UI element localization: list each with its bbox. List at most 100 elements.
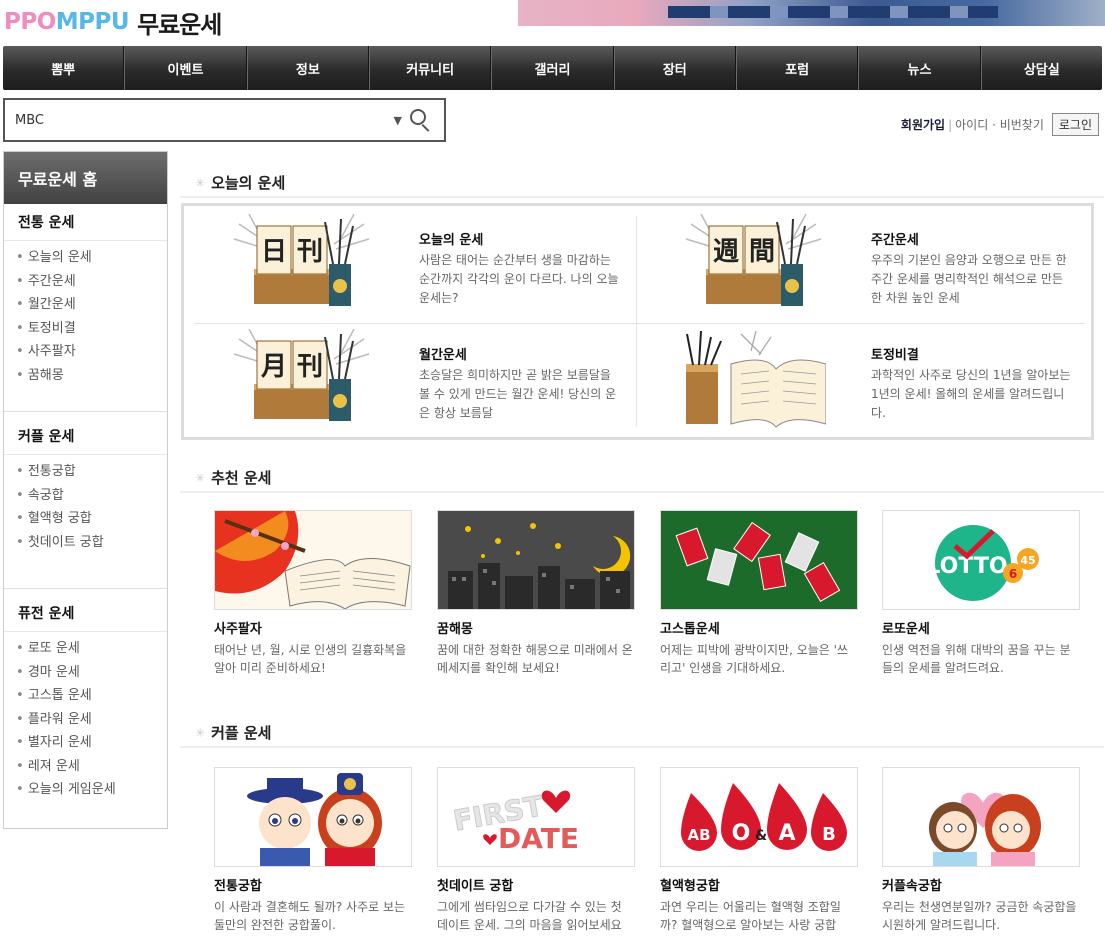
brand-part: PPO [4, 9, 56, 35]
nav-item-info[interactable]: 정보 [246, 46, 369, 90]
tile-thumbnail [214, 767, 412, 867]
sidebar-item-horse[interactable]: 경마 운세 [16, 661, 167, 685]
nav-item-news[interactable]: 뉴스 [858, 46, 981, 90]
tile-blood-match[interactable]: AB O & A B 혈액형궁합 과연 우리는 어울리는 혈액형 조합일까? 혈… [660, 767, 858, 934]
brand-logo-text: PPOMPPU [4, 9, 130, 35]
page-title: 무료운세 [137, 10, 222, 39]
sidebar-item-lotto[interactable]: 로또 운세 [16, 637, 167, 661]
nav-item-community[interactable]: 커뮤니티 [368, 46, 492, 90]
blood-type-a: A [778, 821, 795, 846]
tile-title: 전통궁합 [214, 879, 262, 894]
tile-desc: 이 사람과 결혼해도 될까? 사주로 보는 둘만의 완전한 궁합풀이. [214, 900, 406, 932]
find-account-link[interactable]: 아이디 · 비번찾기 [955, 116, 1044, 133]
tile-title: 첫데이트 궁합 [437, 879, 514, 894]
card-title: 주간운세 [871, 233, 919, 248]
section-title-couple: ✳ 커플 운세 [195, 722, 272, 743]
brand-part: MPPU [55, 9, 130, 35]
nav-item-forum[interactable]: 포럼 [735, 46, 859, 90]
tile-thumbnail: FIRST DATE [437, 767, 635, 867]
sidebar-item-today[interactable]: 오늘의 운세 [16, 246, 167, 270]
card-desc: 우주의 기본인 음양과 오행으로 만든 한 주간 운세를 명리학적인 해석으로 … [871, 253, 1067, 305]
card-char: 刊 [297, 352, 323, 382]
ampersand: & [755, 828, 767, 844]
card-desc: 사람은 태어는 순간부터 생을 마감하는 순간까지 각각의 운이 다르다. 나의… [419, 253, 619, 305]
divider [180, 746, 1104, 748]
site-logo[interactable]: PPOMPPU 무료운세 [4, 2, 222, 42]
sidebar-item-first-date[interactable]: 첫데이트 궁합 [16, 531, 167, 555]
tile-desc: 그에게 썸타임으로 다가갈 수 있는 첫 데이트 운세. 그의 마음을 읽어보세… [437, 900, 622, 932]
tile-gostop[interactable]: 고스톱운세 어제는 피박에 광박이지만, 오늘은 '쓰리고' 인생을 기대하세요… [660, 510, 858, 677]
search-box: ▼ [3, 98, 446, 142]
sidebar-item-monthly[interactable]: 월간운세 [16, 293, 167, 317]
blood-type-ab: AB [687, 826, 710, 844]
tile-first-date[interactable]: FIRST DATE 첫데이트 궁합 그에게 썸타임으로 다가갈 수 있는 첫 … [437, 767, 635, 934]
card-title: 토정비결 [871, 348, 919, 363]
sidebar-item-flower[interactable]: 플라워 운세 [16, 708, 167, 732]
search-input[interactable] [5, 101, 394, 139]
nav-item-market[interactable]: 장터 [613, 46, 736, 90]
nav-item-ppomppu[interactable]: 뽐뿌 [3, 46, 125, 90]
sidebar-section-traditional: 전통 운세 오늘의 운세 주간운세 월간운세 토정비결 사주팔자 꿈해몽 [4, 204, 167, 387]
tile-couple-inner[interactable]: 커플속궁합 우리는 천생연분일까? 궁금한 속궁합을 시원하게 알려드립니다. [882, 767, 1080, 934]
divider [4, 588, 167, 589]
divider: | [948, 117, 953, 132]
sidebar-item-blood-match[interactable]: 혈액형 궁합 [16, 507, 167, 531]
sidebar-item-traditional-match[interactable]: 전통궁합 [16, 460, 167, 484]
fortune-card-weekly[interactable]: 週 間 주간운세 우주의 기본인 음양과 오행으로 만든 한 주간 운세를 명리… [636, 211, 1076, 319]
sidebar-section-fusion: 퓨전 운세 로또 운세 경마 운세 고스톱 운세 플라워 운세 별자리 운세 레… [4, 595, 167, 802]
join-link[interactable]: 회원가입 [901, 116, 945, 133]
fortune-card-tojeong[interactable]: 토정비결 과학적인 사주로 당신의 1년을 알아보는 1년의 운세! 올해의 운… [636, 326, 1076, 434]
sidebar-item-game[interactable]: 오늘의 게임운세 [16, 778, 167, 802]
fortune-card-monthly[interactable]: 月 刊 월간운세 초승달은 희미하지만 곧 밝은 보름달을 볼 수 있게 만드는… [184, 326, 624, 434]
section-title-recommend: ✳ 추천 운세 [195, 467, 272, 488]
section-title-today: ✳ 오늘의 운세 [195, 172, 285, 193]
sidebar: 무료운세 홈 전통 운세 오늘의 운세 주간운세 월간운세 토정비결 사주팔자 … [3, 151, 168, 829]
card-char: 間 [749, 237, 775, 267]
card-char: 月 [260, 352, 287, 382]
sidebar-item-leisure[interactable]: 레져 운세 [16, 755, 167, 779]
tile-traditional-match[interactable]: 전통궁합 이 사람과 결혼해도 될까? 사주로 보는 둘만의 완전한 궁합풀이. [214, 767, 412, 934]
lotto-ball-number: 45 [1020, 554, 1035, 567]
nav-item-counsel[interactable]: 상담실 [980, 46, 1102, 90]
card-desc: 과학적인 사주로 당신의 1년을 알아보는 1년의 운세! 올해의 운세를 알려… [871, 368, 1071, 420]
asterisk-icon: ✳ [195, 725, 206, 740]
today-fortune-box: 日 刊 오늘의 운세 사람은 태어는 순간부터 생을 마감하는 순간까지 각각의… [181, 203, 1094, 440]
sidebar-item-dream[interactable]: 꿈해몽 [16, 364, 167, 388]
tile-thumbnail [882, 767, 1080, 867]
tile-desc: 과연 우리는 어울리는 혈액형 조합일까? 혈액형으로 알아보는 사랑 궁합 [660, 900, 841, 932]
sidebar-item-weekly[interactable]: 주간운세 [16, 270, 167, 294]
tile-dream[interactable]: 꿈해몽 꿈에 대한 정확한 해몽으로 미래에서 온 메세지를 확인해 보세요! [437, 510, 635, 677]
top-banner-ad[interactable] [518, 0, 1105, 26]
tile-thumbnail [437, 510, 635, 610]
sidebar-home-link[interactable]: 무료운세 홈 [4, 152, 167, 204]
sidebar-item-inner-match[interactable]: 속궁합 [16, 484, 167, 508]
sidebar-item-tojeong[interactable]: 토정비결 [16, 317, 167, 341]
section-title-text: 커플 운세 [211, 724, 272, 742]
tile-desc: 태어난 년, 월, 시로 인생의 길흉화복을 알아 미리 준비하세요! [214, 643, 407, 675]
tile-saju[interactable]: 사주팔자 태어난 년, 월, 시로 인생의 길흉화복을 알아 미리 준비하세요! [214, 510, 412, 677]
tile-title: 로또운세 [882, 622, 930, 637]
card-char: 週 [713, 237, 739, 267]
sidebar-item-zodiac[interactable]: 별자리 운세 [16, 731, 167, 755]
card-char: 日 [261, 237, 287, 267]
tile-desc: 어제는 피박에 광박이지만, 오늘은 '쓰리고' 인생을 기대하세요. [660, 643, 848, 675]
divider [180, 491, 1104, 493]
nav-item-gallery[interactable]: 갤러리 [491, 46, 614, 90]
search-icon[interactable] [410, 109, 432, 132]
tile-title: 혈액형궁합 [660, 879, 720, 894]
open-book-illustration [686, 330, 826, 428]
nav-item-event[interactable]: 이벤트 [124, 46, 247, 90]
fortune-card-today[interactable]: 日 刊 오늘의 운세 사람은 태어는 순간부터 생을 마감하는 순간까지 각각의… [184, 211, 624, 319]
book-scroll-illustration: 週 間 [685, 214, 822, 306]
tile-lotto[interactable]: LOTTO 6 45 로또운세 인생 역전을 위해 대박의 꿈을 꾸는 분들의 … [882, 510, 1080, 677]
dropdown-arrow-icon[interactable]: ▼ [394, 114, 402, 127]
login-button[interactable]: 로그인 [1051, 113, 1099, 136]
sidebar-section-title: 커플 운세 [4, 418, 167, 455]
member-links: 회원가입 | 아이디 · 비번찾기 로그인 [901, 113, 1099, 136]
sidebar-item-gostop[interactable]: 고스톱 운세 [16, 684, 167, 708]
tile-thumbnail: AB O & A B [660, 767, 858, 867]
card-title: 월간운세 [419, 348, 467, 363]
sidebar-item-saju[interactable]: 사주팔자 [16, 340, 167, 364]
tile-title: 고스톱운세 [660, 622, 720, 637]
divider [180, 196, 1104, 198]
